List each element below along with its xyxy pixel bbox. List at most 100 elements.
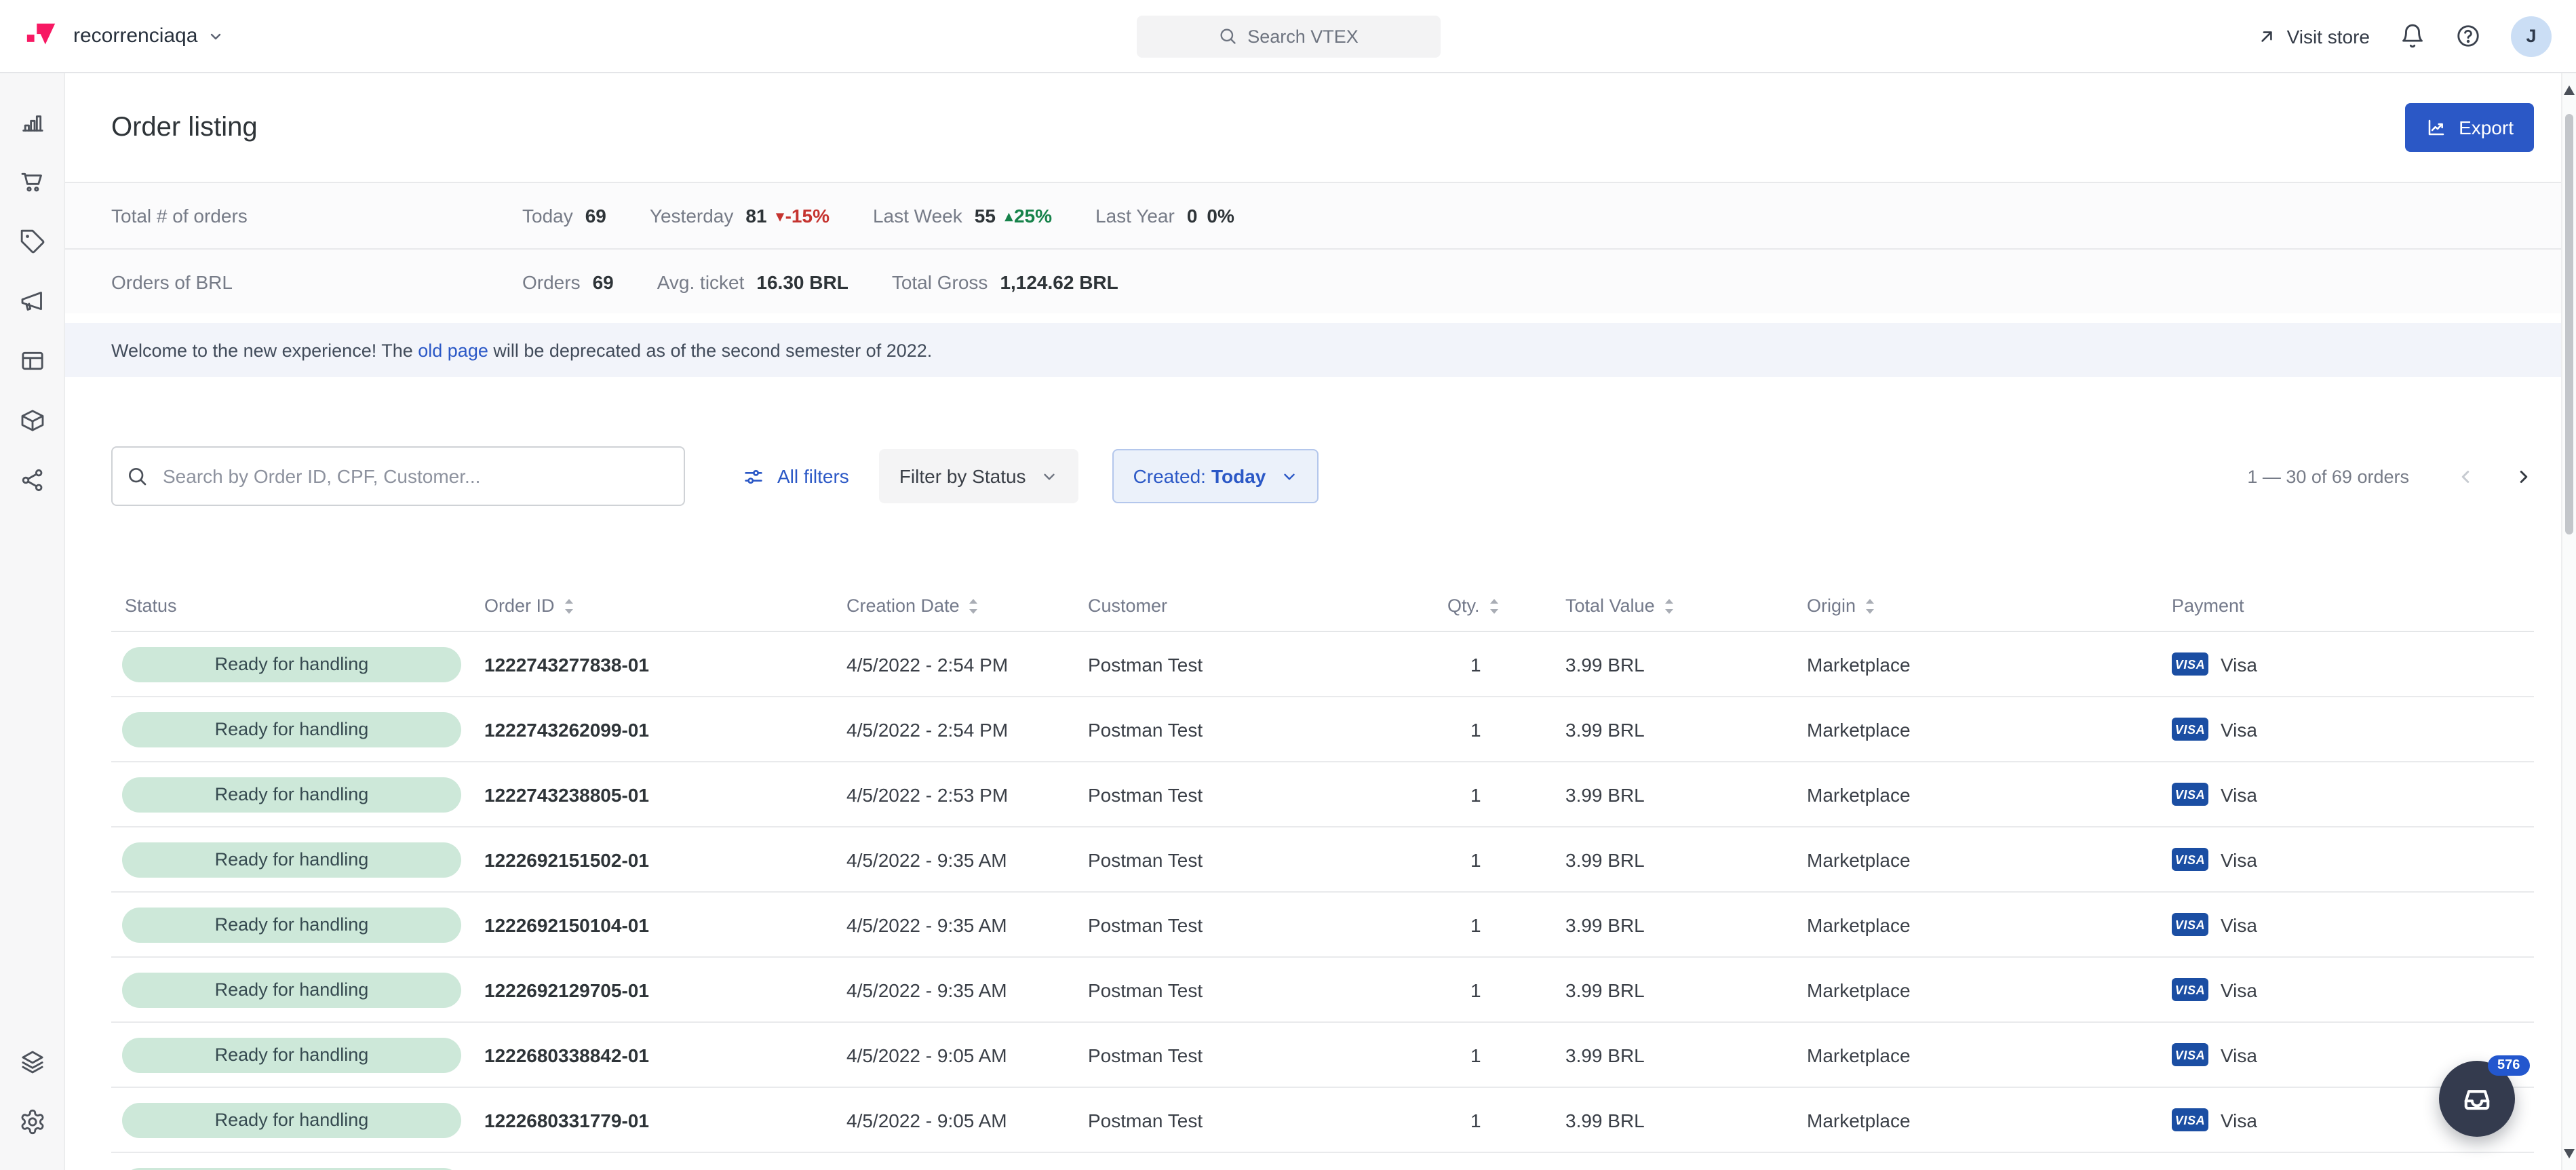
filter-by-status-dropdown[interactable]: Filter by Status [879,449,1079,503]
header-total-value[interactable]: Total Value [1565,596,1807,616]
sort-icon [1488,596,1500,615]
scrollbar-thumb[interactable] [2565,114,2573,534]
table-row[interactable]: Ready for handling 1222743238805-01 4/5/… [111,762,2534,827]
pagination-label: 1 — 30 of 69 orders [2247,466,2409,486]
table-row[interactable]: Ready for handling 1222680338842-01 4/5/… [111,1023,2534,1088]
header-status: Status [111,596,484,616]
qty-cell: 1 [1447,783,1565,805]
sidebar-item-catalog[interactable] [18,407,45,434]
qty-cell: 1 [1447,718,1565,740]
header-customer: Customer [1088,596,1447,616]
stat-value: 69 [593,271,614,292]
help-button[interactable] [2455,23,2481,49]
order-search-input[interactable] [111,446,685,506]
sidebar-item-orders[interactable] [18,168,45,195]
chevron-down-icon [1281,467,1298,485]
notifications-button[interactable] [2400,23,2425,49]
status-cell: Ready for handling [111,1102,484,1137]
payment-method-label: Visa [2221,653,2257,675]
stat-value: 0 [1187,205,1198,227]
export-button[interactable]: Export [2404,103,2534,152]
table-row[interactable]: Ready for handling VISA [111,1153,2534,1170]
stat-key: Yesterday [650,205,734,227]
sidebar-item-apps[interactable] [18,1049,45,1076]
vtex-logo-icon [24,19,58,53]
status-cell: Ready for handling [111,842,484,877]
qty-cell: 1 [1447,914,1565,935]
customer-cell: Postman Test [1088,718,1447,740]
delta-flat: 0% [1207,205,1234,227]
table-row[interactable]: Ready for handling 1222692151502-01 4/5/… [111,827,2534,893]
pagination-prev-button[interactable] [2455,466,2476,486]
topbar: recorrenciaqa Search VTEX Visit store [0,0,2576,73]
scroll-down-arrow[interactable] [2564,1149,2575,1158]
banner-text: Welcome to the new experience! The old p… [111,340,932,360]
payment-method-label: Visa [2221,718,2257,740]
origin-cell: Marketplace [1807,979,2172,1000]
sidebar-item-settings[interactable] [18,1108,45,1135]
header-qty[interactable]: Qty. [1447,596,1565,616]
visa-card-icon: VISA [2172,783,2208,806]
order-id-cell: 1222743238805-01 [484,783,846,805]
sort-icon [1663,596,1675,615]
header-origin[interactable]: Origin [1807,596,2172,616]
search-icon [1217,26,1236,45]
sidebar-item-promotions[interactable] [18,228,45,255]
header-order-id[interactable]: Order ID [484,596,846,616]
creation-date-cell: 4/5/2022 - 9:35 AM [846,914,1088,935]
sidebar-item-analytics[interactable] [18,109,45,136]
qty-cell: 1 [1447,1109,1565,1131]
creation-date-cell: 4/5/2022 - 9:05 AM [846,1044,1088,1066]
sidebar-item-integrations[interactable] [18,467,45,494]
chevron-down-icon [207,28,223,44]
sort-icon [563,596,575,615]
account-name: recorrenciaqa [73,24,197,47]
payment-method-label: Visa [2221,783,2257,805]
status-cell: Ready for handling [111,1037,484,1072]
total-value-cell: 3.99 BRL [1565,783,1807,805]
global-search-button[interactable]: Search VTEX [1136,15,1440,57]
total-value-cell: 3.99 BRL [1565,914,1807,935]
status-cell: Ready for handling [111,777,484,812]
header-creation-date[interactable]: Creation Date [846,596,1088,616]
customer-cell: Postman Test [1088,653,1447,675]
creation-date-cell: 4/5/2022 - 2:53 PM [846,783,1088,805]
header-payment: Payment [2172,596,2534,616]
fab-count-badge: 576 [2488,1055,2529,1076]
search-icon [126,465,148,487]
sidebar-item-storefront[interactable] [18,347,45,374]
status-badge: Ready for handling [122,972,461,1007]
old-page-link[interactable]: old page [418,340,488,360]
visit-store-button[interactable]: Visit store [2257,25,2370,47]
pagination-next-button[interactable] [2514,466,2534,486]
table-row[interactable]: Ready for handling 1222743262099-01 4/5/… [111,697,2534,762]
payment-method-label: Visa [2221,849,2257,870]
payment-method-label: Visa [2221,979,2257,1000]
stat-value: 69 [585,205,606,227]
stats-section: Total # of orders Today 69 Yesterday 81 … [65,182,2576,313]
table-row[interactable]: Ready for handling 1222692129705-01 4/5/… [111,958,2534,1023]
status-cell: Ready for handling [111,972,484,1007]
stats-row-brl: Orders of BRL Orders 69 Avg. ticket 16.3… [65,248,2576,313]
stat-total-gross: Total Gross 1,124.62 BRL [892,271,1118,292]
sidebar-item-marketing[interactable] [18,288,45,315]
visa-card-icon: VISA [2172,848,2208,871]
creation-date-cell: 4/5/2022 - 2:54 PM [846,718,1088,740]
created-filter-dropdown[interactable]: Created:Today [1113,449,1319,503]
table-row[interactable]: Ready for handling 1222680331779-01 4/5/… [111,1088,2534,1153]
order-id-cell: 1222680331779-01 [484,1109,846,1131]
user-avatar[interactable]: J [2511,16,2552,56]
qty-cell: 1 [1447,653,1565,675]
stat-key: Orders [522,271,581,292]
visit-store-label: Visit store [2287,25,2370,47]
status-badge: Ready for handling [122,711,461,747]
page-title: Order listing [111,112,258,143]
table-row[interactable]: Ready for handling 1222692150104-01 4/5/… [111,893,2534,958]
all-filters-button[interactable]: All filters [742,465,849,488]
stat-avg-ticket: Avg. ticket 16.30 BRL [657,271,848,292]
account-switcher[interactable]: recorrenciaqa [73,24,223,47]
scroll-up-arrow[interactable] [2564,85,2575,95]
notifications-fab[interactable]: 576 [2439,1061,2515,1137]
customer-cell: Postman Test [1088,914,1447,935]
table-row[interactable]: Ready for handling 1222743277838-01 4/5/… [111,632,2534,697]
